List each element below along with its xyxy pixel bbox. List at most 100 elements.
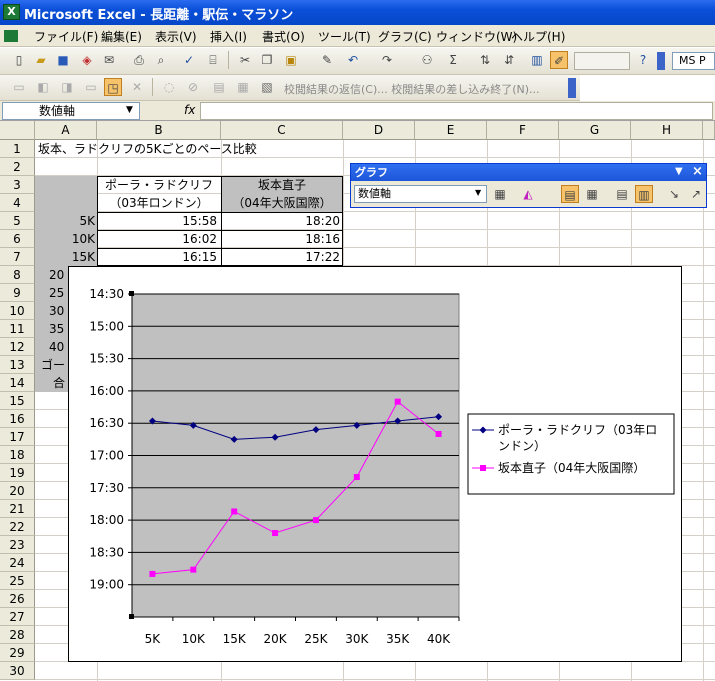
cell-a14[interactable]: 合 [53,374,65,392]
new-icon[interactable]: ▯ [10,51,28,69]
row-header[interactable]: 21 [0,500,35,518]
chevron-down-icon[interactable]: ▼ [475,188,481,197]
open-icon[interactable]: ▰ [32,51,50,69]
chart-area[interactable]: 14:30 15:00 15:30 16:00 16:30 17:00 17:30 18:00… [68,266,682,662]
row-header[interactable]: 26 [0,590,35,608]
chart-objects-select[interactable]: 数値軸 [354,185,487,203]
format-painter-icon[interactable]: ✎ [318,51,336,69]
cell-b5[interactable]: 15:58 [97,212,217,230]
row-header[interactable]: 6 [0,230,35,248]
drawing-icon[interactable]: ✐ [550,51,568,69]
chevron-down-icon[interactable]: ▼ [126,105,133,115]
cell-c3[interactable]: 坂本直子 [221,176,343,194]
chart-type-icon[interactable]: ◭ [519,185,537,203]
function-icon[interactable]: fx [184,103,195,117]
print-icon[interactable]: ⎙ [130,51,148,69]
cell-a9[interactable]: 25 [49,284,64,302]
show-comment-icon[interactable]: ▭ [82,78,100,96]
column-header[interactable]: B [97,121,221,140]
format-object-icon[interactable]: ▦ [491,185,509,203]
row-header[interactable]: 17 [0,428,35,446]
cell-a7[interactable]: 15K [35,248,95,266]
angle-down-icon[interactable]: ↘ [665,185,683,203]
column-header[interactable]: C [221,121,343,140]
undo-icon[interactable]: ↶ [344,51,362,69]
row-header[interactable]: 22 [0,518,35,536]
column-header[interactable]: A [35,121,97,140]
row-header[interactable]: 24 [0,554,35,572]
show-all-comments-icon[interactable]: ◳ [104,78,122,96]
menu-file[interactable]: ファイル(F) [34,28,98,45]
row-header[interactable]: 5 [0,212,35,230]
zoom-dropdown[interactable] [574,52,630,70]
cell-a12[interactable]: 40 [49,338,64,356]
row-header[interactable]: 28 [0,626,35,644]
line-chart[interactable]: 14:30 15:00 15:30 16:00 16:30 17:00 17:30 18:00… [69,267,681,661]
cut-icon[interactable]: ✂ [236,51,254,69]
sort-descending-icon[interactable]: ⇵ [500,51,518,69]
toolbar-menu-icon[interactable]: ▼ [675,166,683,177]
by-column-icon[interactable]: ▥ [635,185,653,203]
research-icon[interactable]: ⌸ [204,51,222,69]
cell-b6[interactable]: 16:02 [97,230,217,248]
font-name-box[interactable]: MS P [672,52,715,70]
cell-c6[interactable]: 18:16 [221,230,340,248]
excel-app-icon[interactable]: X [3,4,20,20]
row-header[interactable]: 12 [0,338,35,356]
delete-ink-icon[interactable]: ⊘ [184,78,202,96]
help-icon[interactable]: ? [634,51,652,69]
cell-b7[interactable]: 16:15 [97,248,217,266]
row-header[interactable]: 7 [0,248,35,266]
row-header[interactable]: 10 [0,302,35,320]
menu-insert[interactable]: 挿入(I) [210,28,247,45]
row-header[interactable]: 25 [0,572,35,590]
menu-format[interactable]: 書式(O) [262,28,305,45]
paste-icon[interactable]: ▣ [282,51,300,69]
cell-a1[interactable]: 坂本、ラドクリフの5Kごとのペース比較 [38,140,257,158]
cell-a13[interactable]: ゴー [41,356,65,374]
cell-c5[interactable]: 18:20 [221,212,340,230]
hyperlink-icon[interactable]: ⚇ [418,51,436,69]
menu-chart[interactable]: グラフ(C) [378,28,432,45]
row-header[interactable]: 2 [0,158,35,176]
mail-icon[interactable]: ✉ [100,51,118,69]
toolbar-options-icon[interactable] [568,78,576,98]
prev-comment-icon[interactable]: ◧ [34,78,52,96]
row-header[interactable]: 13 [0,356,35,374]
protect-icon[interactable]: ▦ [234,78,252,96]
cell-a5[interactable]: 5K [35,212,95,230]
review-reply-text[interactable]: 校閲結果の返信(C)... 校閲結果の差し込み終了(N)... [284,81,540,97]
column-header[interactable]: G [559,121,631,140]
row-header[interactable]: 29 [0,644,35,662]
redo-icon[interactable]: ↷ [378,51,396,69]
row-header[interactable]: 9 [0,284,35,302]
workbook-icon[interactable] [4,30,18,42]
cell-a8[interactable]: 20 [49,266,64,284]
cell-b3[interactable]: ポーラ・ラドクリフ [97,176,221,194]
row-header[interactable]: 14 [0,374,35,392]
row-header[interactable]: 30 [0,662,35,680]
row-header[interactable]: 27 [0,608,35,626]
comment-icon[interactable]: ▭ [10,78,28,96]
row-header[interactable]: 23 [0,536,35,554]
column-header[interactable]: F [487,121,559,140]
column-header[interactable]: H [631,121,703,140]
cell-b4[interactable]: （03年ロンドン） [97,194,221,212]
row-header[interactable]: 18 [0,446,35,464]
data-table-icon[interactable]: ▦ [583,185,601,203]
menu-view[interactable]: 表示(V) [155,28,197,45]
row-header[interactable]: 8 [0,266,35,284]
menu-window[interactable]: ウィンドウ(W) [436,28,517,45]
send-review-icon[interactable]: ▧ [258,78,276,96]
row-header[interactable]: 4 [0,194,35,212]
row-header[interactable]: 11 [0,320,35,338]
permission-icon[interactable]: ◈ [78,51,96,69]
copy-icon[interactable]: ❐ [258,51,276,69]
row-header[interactable]: 3 [0,176,35,194]
toolbar-options-icon[interactable] [657,52,665,70]
column-header[interactable] [703,121,715,140]
column-header[interactable]: D [343,121,415,140]
cell-a10[interactable]: 30 [49,302,64,320]
sort-ascending-icon[interactable]: ⇅ [476,51,494,69]
menu-tools[interactable]: ツール(T) [318,28,371,45]
